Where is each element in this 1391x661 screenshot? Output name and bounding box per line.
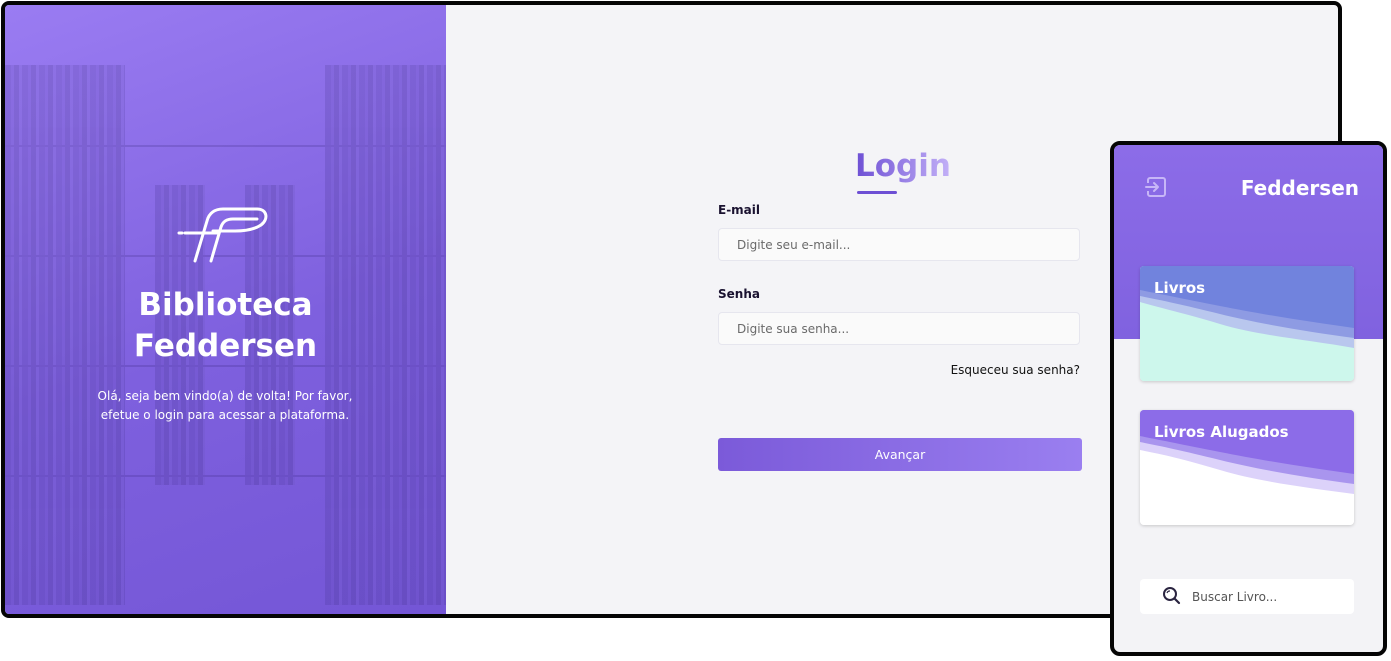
mobile-search-input[interactable]	[1192, 579, 1350, 614]
login-title: Login	[855, 148, 951, 184]
hero-text-line2: efetue o login para acessar a plataforma…	[100, 408, 350, 422]
submit-button[interactable]: Avançar	[718, 438, 1082, 471]
email-field[interactable]	[718, 228, 1080, 261]
email-label: E-mail	[718, 203, 761, 217]
feddersen-logo	[177, 207, 268, 263]
card-livros[interactable]: Livros	[1140, 266, 1354, 381]
password-label: Senha	[718, 287, 760, 301]
forgot-password-link[interactable]: Esqueceu sua senha?	[905, 363, 1080, 377]
exit-icon[interactable]	[1144, 175, 1168, 199]
card-livros-label: Livros	[1154, 279, 1206, 297]
search-icon	[1163, 587, 1181, 605]
card-alugados-label: Livros Alugados	[1154, 423, 1289, 441]
hero-welcome-text: Olá, seja bem vindo(a) de volta! Por fav…	[75, 387, 375, 425]
mobile-brand: Feddersen	[1240, 176, 1359, 200]
hero-text-line1: Olá, seja bem vindo(a) de volta! Por fav…	[97, 389, 353, 403]
login-title-underline	[857, 191, 897, 194]
mobile-frame: Feddersen Livros Livros Alugados	[1110, 141, 1387, 656]
hero-panel: Biblioteca Feddersen Olá, seja bem vindo…	[5, 5, 446, 614]
password-field[interactable]	[718, 312, 1080, 345]
hero-title-line2: Feddersen	[133, 328, 318, 364]
hero-title-line1: Biblioteca	[138, 287, 313, 323]
card-livros-alugados[interactable]: Livros Alugados	[1140, 410, 1354, 525]
mobile-search-bar[interactable]	[1140, 579, 1354, 614]
